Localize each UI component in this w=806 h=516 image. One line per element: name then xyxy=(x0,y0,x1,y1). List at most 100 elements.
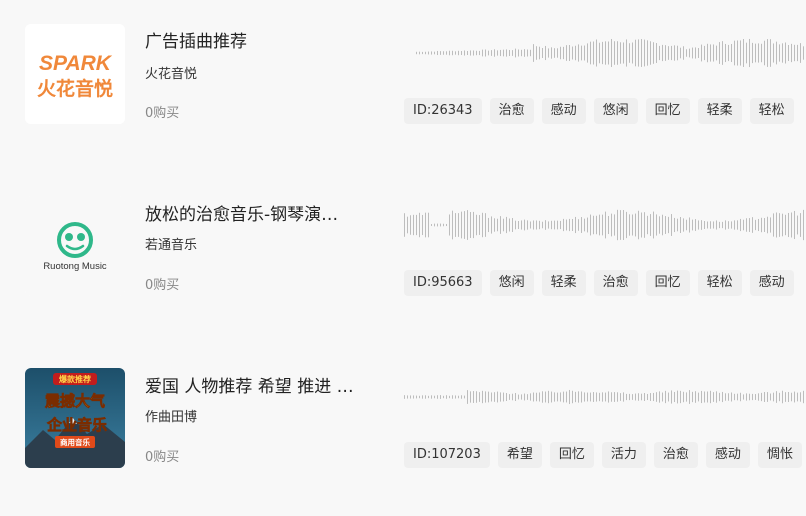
waveform-bar xyxy=(638,393,639,401)
track-cover[interactable]: Ruotong Music xyxy=(25,196,125,296)
track-author[interactable]: 若通音乐 xyxy=(145,234,197,253)
tag[interactable]: 轻柔 xyxy=(697,98,742,124)
waveform-bar xyxy=(620,393,621,401)
waveform-bar xyxy=(662,214,663,236)
waveform-bar xyxy=(758,218,759,232)
tag[interactable]: 回忆 xyxy=(645,98,690,124)
cover-title-text: 震撼大气 xyxy=(45,392,105,410)
tag[interactable]: 惆怅 xyxy=(757,442,802,468)
waveform-bar xyxy=(608,215,609,235)
tag[interactable]: 回忆 xyxy=(645,270,690,296)
tag[interactable]: 活力 xyxy=(601,442,646,468)
tag[interactable]: 感动 xyxy=(541,98,586,124)
waveform-bar xyxy=(488,50,489,56)
waveform[interactable] xyxy=(404,377,806,417)
tag[interactable]: 轻松 xyxy=(697,270,742,296)
tag[interactable]: 治愈 xyxy=(489,98,534,124)
tag[interactable]: 感动 xyxy=(749,270,794,296)
waveform-bar xyxy=(782,213,783,237)
waveform-bar xyxy=(626,39,627,67)
track-row[interactable]: Ruotong Music 放松的治愈音乐-钢琴演… 若通音乐 0购买 ID:9… xyxy=(0,172,806,344)
waveform-bar xyxy=(587,217,588,233)
track-title[interactable]: 广告插曲推荐 xyxy=(145,27,247,52)
waveform-bar xyxy=(626,211,627,239)
track-cover[interactable]: SPARK 火花音悦 xyxy=(25,24,125,124)
waveform-bar xyxy=(743,394,744,400)
waveform-bar xyxy=(776,391,777,403)
waveform-bar xyxy=(782,390,783,404)
waveform-bar xyxy=(752,393,753,401)
waveform[interactable] xyxy=(404,205,806,245)
waveform-bar xyxy=(758,43,759,63)
waveform-bar xyxy=(692,391,693,403)
waveform-bar xyxy=(719,221,720,229)
waveform-bar xyxy=(689,390,690,404)
track-author[interactable]: 作曲田博 xyxy=(145,406,197,425)
waveform-bar xyxy=(761,217,762,233)
tag[interactable]: 悠闲 xyxy=(489,270,534,296)
track-row[interactable]: 爆款推荐 震撼大气 企业音乐 商用音乐 爱国 人物推荐 希望 推进 … 作曲田博… xyxy=(0,344,806,516)
waveform-bar xyxy=(665,45,666,61)
waveform-bar xyxy=(668,392,669,402)
waveform-bar xyxy=(779,392,780,402)
waveform-bar xyxy=(602,392,603,402)
tag[interactable]: 治愈 xyxy=(653,442,698,468)
track-author[interactable]: 火花音悦 xyxy=(145,63,197,82)
tag[interactable]: 感动 xyxy=(705,442,750,468)
waveform-bar xyxy=(632,42,633,64)
waveform-bar xyxy=(716,45,717,61)
waveform-bar xyxy=(737,40,738,66)
waveform-bar xyxy=(554,220,555,230)
track-title[interactable]: 爱国 人物推荐 希望 推进 … xyxy=(145,372,354,397)
waveform-bar xyxy=(791,212,792,238)
waveform-bar xyxy=(524,49,525,57)
waveform-bar xyxy=(494,392,495,402)
waveform-bar xyxy=(533,392,534,402)
waveform-bar xyxy=(542,221,543,229)
waveform-bar xyxy=(614,392,615,402)
waveform-bar xyxy=(479,215,480,235)
waveform-bar xyxy=(653,42,654,64)
waveform-bar xyxy=(680,217,681,233)
track-title[interactable]: 放松的治愈音乐-钢琴演… xyxy=(145,200,338,225)
waveform-bar xyxy=(794,44,795,62)
waveform-bar xyxy=(764,218,765,232)
waveform-bar xyxy=(671,45,672,61)
waveform-bar xyxy=(545,220,546,230)
waveform-bar xyxy=(794,210,795,240)
tag[interactable]: 治愈 xyxy=(593,270,638,296)
tag[interactable]: 悠闲 xyxy=(593,98,638,124)
waveform-bar xyxy=(650,393,651,401)
waveform-bar xyxy=(602,214,603,236)
tag[interactable]: 希望 xyxy=(497,442,542,468)
waveform-bar xyxy=(734,220,735,230)
waveform-bar xyxy=(593,392,594,402)
tag[interactable]: 轻柔 xyxy=(541,270,586,296)
waveform-bar xyxy=(461,211,462,239)
waveform-bar xyxy=(689,217,690,233)
waveform-bar xyxy=(518,394,519,400)
waveform-bar xyxy=(425,395,426,399)
waveform-bar xyxy=(731,43,732,63)
tag[interactable]: 回忆 xyxy=(549,442,594,468)
waveform-bar xyxy=(686,219,687,231)
waveform-bar xyxy=(632,214,633,236)
waveform-bar xyxy=(659,45,660,61)
waveform[interactable] xyxy=(416,33,806,73)
waveform-bar xyxy=(416,51,417,55)
track-cover[interactable]: 爆款推荐 震撼大气 企业音乐 商用音乐 xyxy=(25,368,125,468)
tag-list: ID:26343 治愈 感动 悠闲 回忆 轻柔 轻松 xyxy=(404,98,794,124)
waveform-bar xyxy=(788,212,789,238)
waveform-bar xyxy=(575,216,576,234)
tag[interactable]: 轻松 xyxy=(749,98,794,124)
waveform-bar xyxy=(587,43,588,63)
waveform-bar xyxy=(764,392,765,402)
waveform-bar xyxy=(794,391,795,403)
waveform-bar xyxy=(545,45,546,61)
track-row[interactable]: SPARK 火花音悦 广告插曲推荐 火花音悦 0购买 ID:26343 治愈 感… xyxy=(0,0,806,172)
waveform-bar xyxy=(539,220,540,230)
waveform-bar xyxy=(728,393,729,401)
waveform-bar xyxy=(653,392,654,402)
waveform-bar xyxy=(731,221,732,229)
waveform-bar xyxy=(677,45,678,61)
